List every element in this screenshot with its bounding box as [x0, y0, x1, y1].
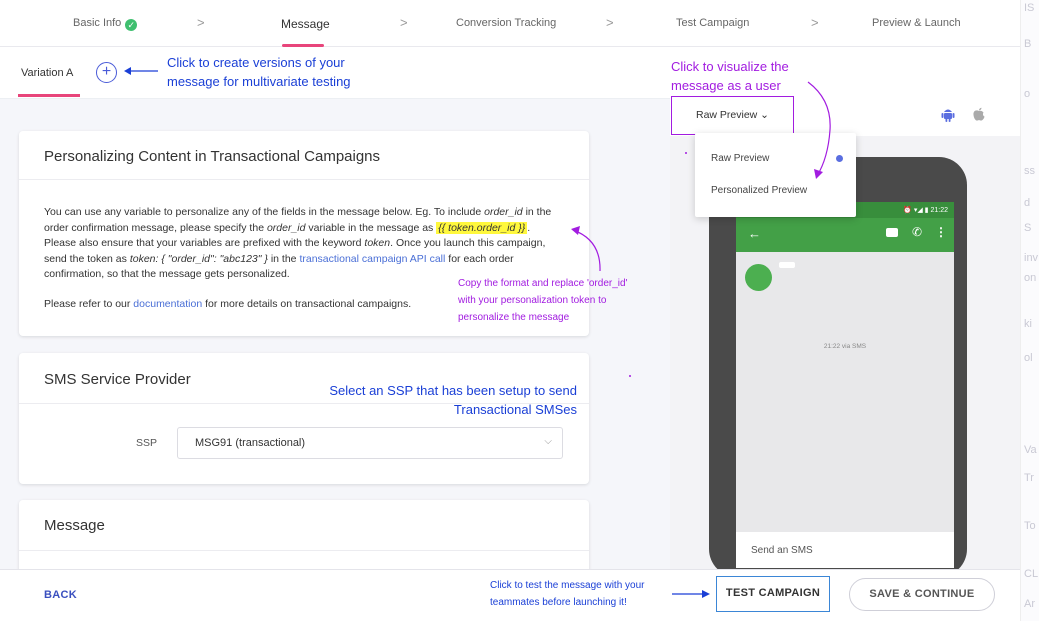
- phone-call-icon: ✆: [912, 225, 923, 239]
- chevron-right-icon: >: [811, 15, 819, 30]
- preview-mode-dropdown[interactable]: Raw Preview ⌄: [671, 96, 794, 135]
- personalization-help-text: You can use any variable to personalize …: [44, 206, 552, 280]
- ssp-selected-value: MSG91 (transactional): [195, 437, 306, 449]
- step-preview-launch[interactable]: Preview & Launch: [872, 17, 961, 29]
- video-call-icon: [886, 228, 898, 237]
- check-icon: ✓: [125, 19, 138, 31]
- step-test-campaign[interactable]: Test Campaign: [676, 17, 749, 29]
- documentation-text: Please refer to our documentation for mo…: [44, 298, 412, 310]
- selected-indicator: [836, 155, 843, 162]
- annotation-token: Copy the format and replace 'order_id' w…: [458, 278, 628, 323]
- ghost-text: on: [1024, 272, 1037, 284]
- preview-mode-menu: Raw Preview Personalized Preview: [695, 133, 856, 217]
- chevron-down-icon: ⌵: [544, 436, 552, 447]
- active-tab-indicator: [18, 94, 80, 97]
- add-variation-button[interactable]: +: [96, 62, 117, 83]
- divider: [19, 550, 589, 551]
- step-conversion-tracking[interactable]: Conversion Tracking: [456, 17, 556, 29]
- ghost-text: Ar: [1024, 598, 1035, 610]
- card-title: SMS Service Provider: [44, 371, 191, 388]
- test-campaign-button[interactable]: TEST CAMPAIGN: [716, 576, 830, 612]
- step-basic-info[interactable]: Basic Info ✓: [73, 17, 138, 31]
- ssp-select[interactable]: MSG91 (transactional) ⌵: [177, 427, 563, 459]
- back-button[interactable]: BACK: [44, 589, 77, 601]
- tab-variation-a[interactable]: Variation A: [21, 67, 73, 79]
- ghost-text: Va: [1024, 444, 1037, 456]
- ghost-text: o: [1024, 88, 1031, 100]
- documentation-link[interactable]: documentation: [133, 298, 202, 310]
- card-title: Personalizing Content in Transactional C…: [44, 148, 381, 165]
- menu-item-personalized-preview[interactable]: Personalized Preview: [711, 185, 807, 196]
- phone-mockup: ⏰ ▾◢ ▮ 21:22 ← ✆ ⋮ 21:22 via SMS Send an…: [709, 157, 967, 577]
- save-continue-button[interactable]: SAVE & CONTINUE: [849, 578, 995, 611]
- back-arrow-icon: ←: [748, 226, 761, 241]
- ssp-label: SSP: [136, 437, 158, 449]
- annotation-ssp: Select an SSP that has been setup to sen…: [329, 383, 577, 417]
- step-label: Basic Info: [73, 17, 122, 29]
- annotation-test: Click to test the message with your team…: [490, 580, 645, 608]
- sender-avatar: [745, 264, 772, 291]
- ghost-text: inv: [1024, 252, 1039, 264]
- more-options-icon: ⋮: [935, 225, 947, 239]
- message-bubble: [779, 262, 795, 268]
- divider: [19, 179, 589, 180]
- background-panel-edge: IS B o ss d S inv on ki ol Va Tr To CL A…: [1020, 0, 1039, 621]
- apple-icon-svg: [973, 107, 985, 121]
- apple-icon[interactable]: [972, 107, 986, 125]
- ghost-text: B: [1024, 38, 1032, 50]
- token-example: {{ token.order_id }}: [436, 221, 528, 234]
- campaign-stepper: Basic Info ✓ > Message > Conversion Track…: [0, 0, 1020, 47]
- message-timestamp: 21:22 via SMS: [823, 343, 867, 350]
- ghost-text: S: [1024, 222, 1032, 234]
- ghost-text: ss: [1024, 165, 1035, 177]
- annotation-dot: [685, 152, 687, 154]
- annotation-variation: Click to create versions of your message…: [167, 55, 351, 89]
- ghost-text: CL: [1024, 568, 1039, 580]
- ghost-text: ol: [1024, 352, 1033, 364]
- annotation-dot: [629, 375, 631, 377]
- chevron-right-icon: >: [197, 15, 205, 30]
- sms-app-bar: ← ✆ ⋮: [736, 218, 954, 252]
- phone-screen: ⏰ ▾◢ ▮ 21:22 ← ✆ ⋮ 21:22 via SMS Send an…: [736, 202, 954, 568]
- card-title: Message: [44, 517, 105, 534]
- annotation-visualize: Click to visualize the message as a user: [671, 59, 789, 93]
- menu-item-raw-preview[interactable]: Raw Preview: [711, 153, 769, 164]
- ghost-text: Tr: [1024, 472, 1034, 484]
- compose-placeholder: Send an SMS: [751, 545, 813, 556]
- api-call-link[interactable]: transactional campaign API call: [299, 253, 445, 265]
- step-message[interactable]: Message: [281, 17, 330, 31]
- chevron-right-icon: >: [606, 15, 614, 30]
- chevron-right-icon: >: [400, 15, 408, 30]
- compose-bar: Send an SMS: [736, 532, 954, 568]
- android-icon-svg: [941, 109, 955, 122]
- ghost-text: ki: [1024, 318, 1032, 330]
- ghost-text: IS: [1024, 2, 1035, 14]
- android-icon[interactable]: [941, 107, 955, 125]
- campaign-editor: Basic Info ✓ > Message > Conversion Track…: [0, 0, 1039, 621]
- ghost-text: To: [1024, 520, 1036, 532]
- ghost-text: d: [1024, 197, 1031, 209]
